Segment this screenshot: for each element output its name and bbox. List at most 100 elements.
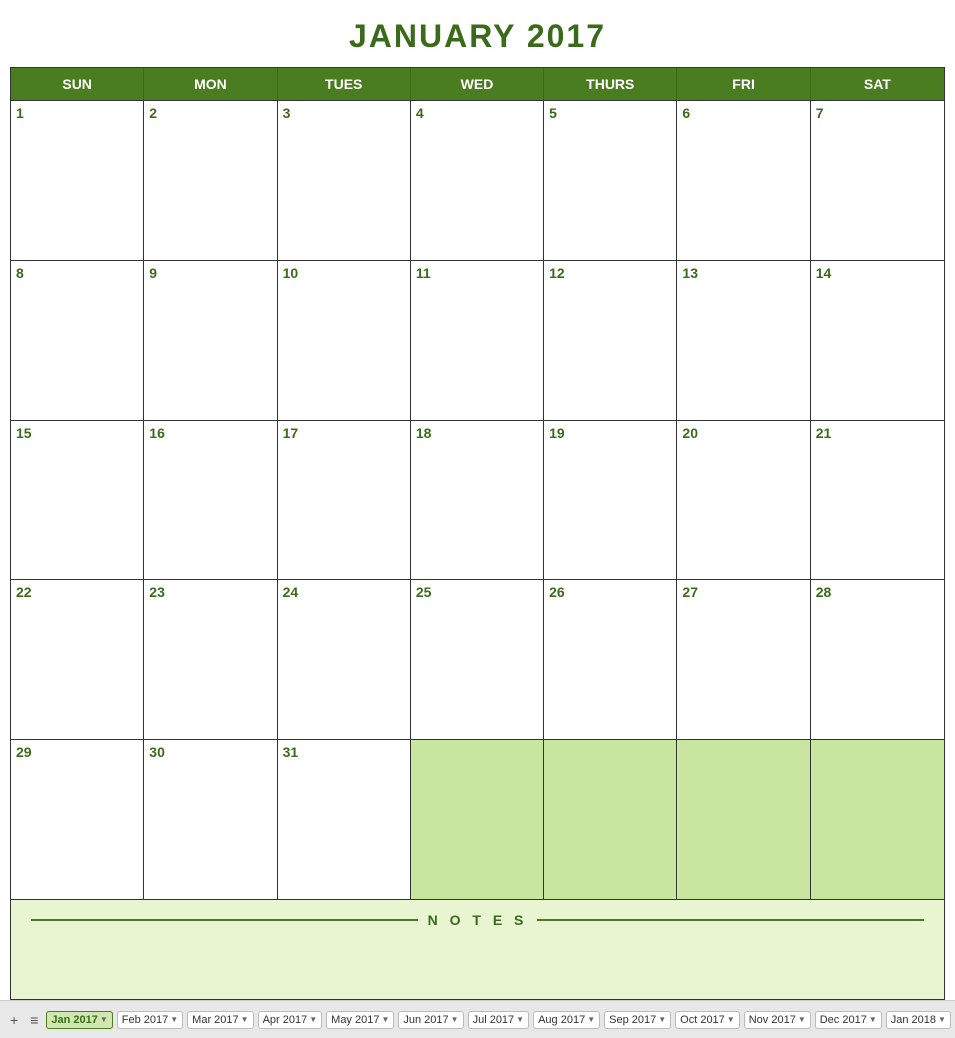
bottom-bar: + ≡ Jan 2017 ▼ Feb 2017 ▼Mar 2017 ▼ Apr 20…: [0, 1000, 955, 1038]
day-cell-1[interactable]: 1: [11, 101, 144, 260]
dropdown-arrow: ▼: [309, 1015, 317, 1024]
day-number: 28: [816, 584, 832, 600]
day-number: 20: [682, 425, 698, 441]
day-cell-9[interactable]: 9: [144, 261, 277, 420]
day-number: 2: [149, 105, 157, 121]
week-row-5: 29 30 31: [11, 739, 944, 899]
month-tab-jan-2018[interactable]: Jan 2018 ▼: [886, 1011, 951, 1029]
day-cell-empty-4[interactable]: [544, 740, 677, 899]
dropdown-arrow: ▼: [170, 1015, 178, 1024]
day-header-sat: SAT: [811, 68, 944, 100]
day-cell-12[interactable]: 12: [544, 261, 677, 420]
month-tab-jun-2017[interactable]: Jun 2017 ▼: [398, 1011, 463, 1029]
day-cell-22[interactable]: 22: [11, 580, 144, 739]
day-cell-4[interactable]: 4: [411, 101, 544, 260]
day-number: 3: [283, 105, 291, 121]
day-header-wed: WED: [411, 68, 544, 100]
day-number: 17: [283, 425, 299, 441]
month-tab-mar-2017[interactable]: Mar 2017 ▼: [187, 1011, 253, 1029]
notes-line-right: [537, 919, 924, 921]
dropdown-arrow: ▼: [100, 1015, 108, 1024]
day-number: 4: [416, 105, 424, 121]
notes-label: N O T E S: [428, 912, 528, 928]
day-header-thurs: THURS: [544, 68, 677, 100]
day-header-sun: SUN: [11, 68, 144, 100]
day-cell-14[interactable]: 14: [811, 261, 944, 420]
dropdown-arrow: ▼: [727, 1015, 735, 1024]
day-cell-28[interactable]: 28: [811, 580, 944, 739]
day-cell-11[interactable]: 11: [411, 261, 544, 420]
dropdown-arrow: ▼: [241, 1015, 249, 1024]
day-cell-18[interactable]: 18: [411, 421, 544, 580]
day-number: 10: [283, 265, 299, 281]
calendar-title: JANUARY 2017: [10, 8, 945, 67]
day-cell-29[interactable]: 29: [11, 740, 144, 899]
day-number: 16: [149, 425, 165, 441]
month-tab-may-2017[interactable]: May 2017 ▼: [326, 1011, 394, 1029]
day-cell-6[interactable]: 6: [677, 101, 810, 260]
month-tab-feb-2017[interactable]: Feb 2017 ▼: [117, 1011, 183, 1029]
week-row-4: 22 23 24 25 26 27 28: [11, 579, 944, 739]
week-row-2: 8 9 10 11 12 13 14: [11, 260, 944, 420]
dropdown-arrow: ▼: [658, 1015, 666, 1024]
day-number: 7: [816, 105, 824, 121]
day-cell-23[interactable]: 23: [144, 580, 277, 739]
day-cell-26[interactable]: 26: [544, 580, 677, 739]
day-cell-31[interactable]: 31: [278, 740, 411, 899]
day-cell-24[interactable]: 24: [278, 580, 411, 739]
day-number: 8: [16, 265, 24, 281]
dropdown-arrow: ▼: [869, 1015, 877, 1024]
day-cell-30[interactable]: 30: [144, 740, 277, 899]
day-number: 26: [549, 584, 565, 600]
day-cell-20[interactable]: 20: [677, 421, 810, 580]
day-cell-19[interactable]: 19: [544, 421, 677, 580]
month-tab-sep-2017[interactable]: Sep 2017 ▼: [604, 1011, 671, 1029]
add-icon[interactable]: +: [6, 1010, 22, 1030]
day-cell-21[interactable]: 21: [811, 421, 944, 580]
day-number: 29: [16, 744, 32, 760]
dropdown-arrow: ▼: [938, 1015, 946, 1024]
day-cell-7[interactable]: 7: [811, 101, 944, 260]
day-number: 30: [149, 744, 165, 760]
day-number: 25: [416, 584, 432, 600]
day-cell-5[interactable]: 5: [544, 101, 677, 260]
day-cell-2[interactable]: 2: [144, 101, 277, 260]
week-row-3: 15 16 17 18 19 20 21: [11, 420, 944, 580]
day-number: 18: [416, 425, 432, 441]
day-header-mon: MON: [144, 68, 277, 100]
day-cell-empty-3[interactable]: [411, 740, 544, 899]
notes-header: N O T E S: [31, 912, 924, 928]
month-tab-jul-2017[interactable]: Jul 2017 ▼: [468, 1011, 530, 1029]
day-cell-25[interactable]: 25: [411, 580, 544, 739]
month-tab-apr-2017[interactable]: Apr 2017 ▼: [258, 1011, 323, 1029]
notes-section: N O T E S: [11, 899, 944, 999]
day-cell-empty-5[interactable]: [677, 740, 810, 899]
day-cell-15[interactable]: 15: [11, 421, 144, 580]
day-number: 13: [682, 265, 698, 281]
dropdown-arrow: ▼: [798, 1015, 806, 1024]
month-tab-oct-2017[interactable]: Oct 2017 ▼: [675, 1011, 740, 1029]
day-number: 15: [16, 425, 32, 441]
day-cell-17[interactable]: 17: [278, 421, 411, 580]
day-header-fri: FRI: [677, 68, 810, 100]
month-tab-nov-2017[interactable]: Nov 2017 ▼: [744, 1011, 811, 1029]
day-cell-empty-6[interactable]: [811, 740, 944, 899]
day-number: 6: [682, 105, 690, 121]
month-tab-aug-2017[interactable]: Aug 2017 ▼: [533, 1011, 600, 1029]
day-header-tues: TUES: [278, 68, 411, 100]
day-number: 23: [149, 584, 165, 600]
day-number: 12: [549, 265, 565, 281]
month-tab-dec-2017[interactable]: Dec 2017 ▼: [815, 1011, 882, 1029]
day-cell-3[interactable]: 3: [278, 101, 411, 260]
day-cell-13[interactable]: 13: [677, 261, 810, 420]
calendar-grid: SUNMONTUESWEDTHURSFRISAT 123456789101112…: [10, 67, 945, 1000]
day-number: 14: [816, 265, 832, 281]
day-cell-8[interactable]: 8: [11, 261, 144, 420]
weeks-container: 1234567891011121314151617181920212223242…: [11, 100, 944, 899]
day-cell-27[interactable]: 27: [677, 580, 810, 739]
month-tab-jan-2017[interactable]: Jan 2017 ▼: [46, 1011, 112, 1029]
day-cell-10[interactable]: 10: [278, 261, 411, 420]
day-cell-16[interactable]: 16: [144, 421, 277, 580]
day-number: 31: [283, 744, 299, 760]
menu-icon[interactable]: ≡: [26, 1010, 42, 1030]
